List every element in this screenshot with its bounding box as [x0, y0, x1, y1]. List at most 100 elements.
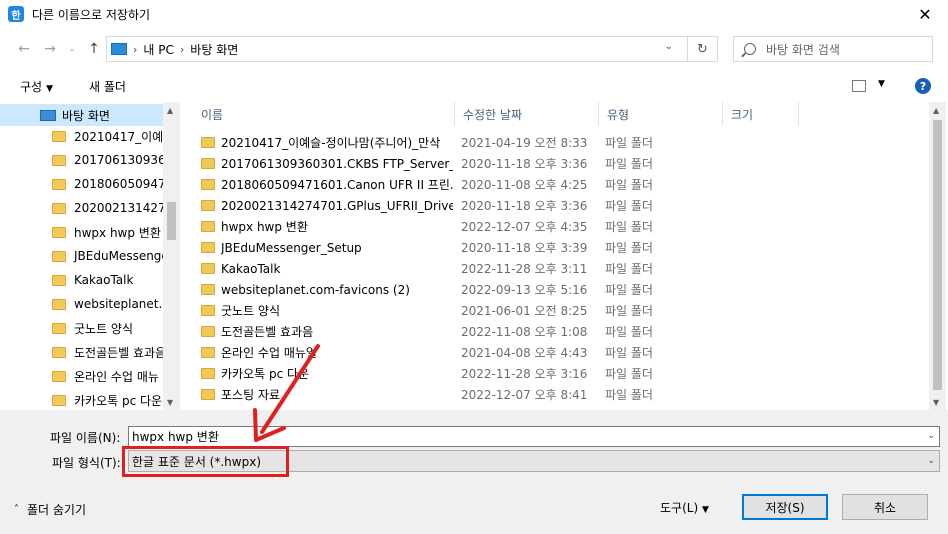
address-dropdown-icon[interactable]: ⌄ [665, 41, 673, 52]
file-row[interactable]: websiteplanet.com-favicons (2) 2022-09-13… [199, 279, 799, 300]
nav-scroll-thumb[interactable] [167, 202, 176, 240]
scroll-down-icon[interactable]: ▼ [933, 398, 939, 407]
refresh-icon[interactable]: ↻ [687, 37, 717, 61]
file-type: 파일 폴더 [605, 199, 653, 213]
breadcrumb-my-pc[interactable]: 내 PC [143, 41, 173, 58]
column-header-type[interactable]: 유형 [599, 102, 723, 126]
cancel-button[interactable]: 취소 [842, 494, 928, 520]
file-row[interactable]: 20210417_이예슬-정이나맘(주니어)_만삭 2021-04-19 오전 8… [199, 132, 799, 153]
help-icon[interactable]: ? [915, 78, 931, 94]
forward-arrow-icon[interactable]: → [40, 40, 60, 58]
view-dropdown-icon[interactable]: ▼ [878, 79, 885, 89]
folder-icon [201, 305, 215, 316]
file-date: 2020-11-18 오후 3:39 [461, 241, 588, 255]
folder-icon [201, 326, 215, 337]
file-name: 2017061309360301.CKBS FTP_Server_v... [221, 156, 453, 171]
title-bar: 한 다른 이름으로 저장하기 ✕ [0, 0, 948, 28]
file-row[interactable]: 2017061309360301.CKBS FTP_Server_v... 202… [199, 153, 799, 174]
nav-item[interactable]: 20210417_이예슬 [52, 125, 163, 147]
nav-item-label: 굿노트 양식 [74, 321, 134, 336]
save-button[interactable]: 저장(S) [742, 494, 828, 520]
nav-item[interactable]: 도전골든벨 효과음 [52, 341, 163, 363]
nav-item[interactable]: 2017061309360 [52, 149, 163, 171]
hide-folders-label: 폴더 숨기기 [27, 503, 87, 517]
tools-label: 도구(L) [660, 501, 699, 515]
file-date: 2022-12-07 오후 4:35 [461, 220, 588, 234]
nav-item[interactable]: JBEduMessenger_ [52, 245, 163, 267]
column-header-size[interactable]: 크기 [723, 102, 799, 126]
view-options-icon[interactable] [852, 80, 866, 92]
folder-icon [201, 200, 215, 211]
folder-icon [201, 284, 215, 295]
address-row: ← → ⌄ ↑ › 내 PC › 바탕 화면 ⌄ ↻ 바탕 화면 검색 [0, 32, 948, 66]
folder-icon [52, 250, 66, 262]
file-name: 도전골든벨 효과음 [221, 325, 314, 339]
new-folder-button[interactable]: 새 폴더 [89, 78, 126, 95]
organize-button[interactable]: 구성 ▼ [20, 78, 53, 95]
file-row[interactable]: KakaoTalk 2022-11-28 오후 3:11 파일 폴더 [199, 258, 799, 279]
file-row[interactable]: 온라인 수업 매뉴얼 2021-04-08 오후 4:43 파일 폴더 [199, 342, 799, 363]
file-type: 파일 폴더 [605, 136, 653, 150]
file-row[interactable]: 포스팅 자료 2022-12-07 오후 8:41 파일 폴더 [199, 384, 799, 405]
file-row[interactable]: 굿노트 양식 2021-06-01 오전 8:25 파일 폴더 [199, 300, 799, 321]
chevron-up-icon: ˄ [14, 504, 19, 515]
column-header-date[interactable]: 수정한 날짜 [455, 102, 599, 126]
nav-item[interactable]: 2020021314274 [52, 197, 163, 219]
address-bar[interactable]: › 내 PC › 바탕 화면 ⌄ ↻ [106, 36, 718, 62]
nav-item[interactable]: 굿노트 양식 [52, 317, 163, 339]
file-date: 2020-11-18 오후 3:36 [461, 157, 588, 171]
folder-icon [201, 347, 215, 358]
file-date: 2022-09-13 오후 5:16 [461, 283, 588, 297]
filename-label: 파일 이름(N): [50, 431, 121, 445]
hide-folders-button[interactable]: ˄ 폴더 숨기기 [14, 501, 86, 518]
file-row[interactable]: 도전골든벨 효과음 2022-11-08 오후 1:08 파일 폴더 [199, 321, 799, 342]
file-list-scrollbar[interactable]: ▲ ▼ [929, 102, 946, 410]
file-row[interactable]: 카카오톡 pc 다운 2022-11-28 오후 3:16 파일 폴더 [199, 363, 799, 384]
file-list[interactable]: 이름 ˄ 수정한 날짜 유형 크기 20210417_이예슬-정이나맘(주니어)… [181, 102, 929, 410]
file-name: JBEduMessenger_Setup [221, 240, 362, 255]
filename-dropdown-icon[interactable]: ⌄ [927, 431, 935, 441]
nav-item-label: 2017061309360 [74, 153, 163, 167]
search-input[interactable]: 바탕 화면 검색 [733, 36, 933, 62]
nav-item[interactable]: websiteplanet.co [52, 293, 163, 315]
scroll-up-icon[interactable]: ▲ [167, 106, 173, 115]
nav-item[interactable]: 온라인 수업 매뉴 [52, 365, 163, 387]
file-date: 2021-06-01 오전 8:25 [461, 304, 588, 318]
scroll-up-icon[interactable]: ▲ [933, 106, 939, 115]
hangul-app-icon: 한 [8, 6, 24, 22]
close-button[interactable]: ✕ [902, 0, 948, 28]
back-arrow-icon[interactable]: ← [14, 40, 34, 58]
scroll-down-icon[interactable]: ▼ [167, 398, 173, 407]
nav-item-label: hwpx hwp 변환 [74, 225, 161, 240]
organize-label: 구성 [20, 80, 43, 94]
recent-chevron-icon[interactable]: ⌄ [62, 40, 82, 58]
nav-item-label: 온라인 수업 매뉴 [74, 369, 159, 384]
navigation-pane[interactable]: 바탕 화면 20210417_이예슬 2017061309360 2018060509… [0, 102, 180, 410]
nav-item[interactable]: hwpx hwp 변환 [52, 221, 163, 243]
file-date: 2022-11-08 오후 1:08 [461, 325, 588, 339]
file-row[interactable]: 2018060509471601.Canon UFR II 프린... 2020-… [199, 174, 799, 195]
file-row[interactable]: hwpx hwp 변환 2022-12-07 오후 4:35 파일 폴더 [199, 216, 799, 237]
file-list-scroll-thumb[interactable] [933, 120, 942, 390]
folder-icon [201, 158, 215, 169]
file-row[interactable]: JBEduMessenger_Setup 2020-11-18 오후 3:39 파일… [199, 237, 799, 258]
desktop-icon [40, 109, 56, 121]
filetype-dropdown-icon[interactable]: ⌄ [927, 456, 935, 466]
nav-item[interactable]: KakaoTalk [52, 269, 163, 291]
nav-item[interactable]: 바탕 화면 [0, 104, 163, 126]
filename-field[interactable]: hwpx hwp 변환 ⌄ [128, 426, 940, 447]
column-header-name[interactable]: 이름 ˄ [193, 102, 455, 126]
nav-scrollbar[interactable]: ▲ ▼ [163, 102, 180, 410]
nav-item-label: KakaoTalk [74, 273, 134, 287]
breadcrumb-desktop[interactable]: 바탕 화면 [190, 41, 238, 58]
nav-item-label: 바탕 화면 [62, 108, 110, 123]
file-type: 파일 폴더 [605, 262, 653, 276]
folder-icon [52, 226, 66, 238]
folder-icon [52, 346, 66, 358]
nav-item[interactable]: 카카오톡 pc 다운 [52, 389, 163, 410]
file-date: 2021-04-08 오후 4:43 [461, 346, 588, 360]
up-arrow-icon[interactable]: ↑ [84, 40, 104, 58]
nav-item[interactable]: 2018060509471 [52, 173, 163, 195]
file-row[interactable]: 2020021314274701.GPlus_UFRII_Driver... 20… [199, 195, 799, 216]
tools-button[interactable]: 도구(L) ▼ [660, 499, 709, 516]
